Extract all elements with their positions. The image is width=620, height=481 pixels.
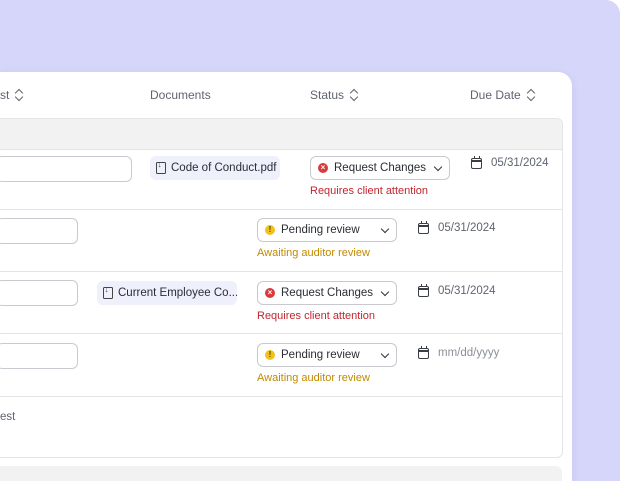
status-select[interactable]: × Request Changes bbox=[257, 281, 397, 305]
chevron-down-icon bbox=[380, 287, 390, 296]
status-note: Requires client attention bbox=[310, 185, 429, 197]
file-download-icon bbox=[156, 160, 166, 174]
document-name: Code of Conduct.pdf bbox=[171, 162, 277, 174]
status-select[interactable]: ! Pending review bbox=[257, 218, 397, 242]
text-input[interactable] bbox=[0, 343, 78, 369]
due-date-field[interactable]: 05/31/2024 bbox=[471, 155, 549, 169]
calendar-icon[interactable] bbox=[418, 220, 429, 234]
status-value: Pending review bbox=[281, 224, 360, 236]
due-date-field[interactable]: mm/dd/yyyy bbox=[418, 345, 500, 359]
column-header-due-date[interactable]: Due Date bbox=[470, 88, 536, 102]
exclamation-circle-icon: ! bbox=[265, 225, 275, 235]
due-date-value: 05/31/2024 bbox=[491, 157, 549, 169]
sort-icon[interactable] bbox=[350, 88, 359, 102]
text-input[interactable] bbox=[0, 156, 132, 182]
column-header-label: st bbox=[0, 88, 10, 102]
calendar-icon[interactable] bbox=[418, 283, 429, 297]
sort-icon[interactable] bbox=[15, 88, 24, 102]
column-header-label: Documents bbox=[150, 88, 211, 102]
x-circle-icon: × bbox=[318, 163, 328, 173]
chevron-down-icon bbox=[433, 162, 443, 171]
trailing-text: est bbox=[0, 411, 16, 423]
chevron-down-icon bbox=[380, 224, 390, 233]
chevron-down-icon bbox=[380, 349, 390, 358]
column-header-documents: Documents bbox=[150, 88, 211, 102]
status-note: Awaiting auditor review bbox=[257, 247, 370, 259]
group-header-row bbox=[0, 119, 562, 150]
column-header-label: Due Date bbox=[470, 88, 521, 102]
status-value: Request Changes bbox=[334, 162, 427, 174]
due-date-value: 05/31/2024 bbox=[438, 285, 496, 297]
calendar-icon[interactable] bbox=[418, 345, 429, 359]
status-select[interactable]: × Request Changes bbox=[310, 156, 450, 180]
status-value: Pending review bbox=[281, 349, 360, 361]
next-group-header-row bbox=[0, 466, 562, 481]
text-input[interactable] bbox=[0, 218, 78, 244]
column-header-label: Status bbox=[310, 88, 345, 102]
status-note: Awaiting auditor review bbox=[257, 372, 370, 384]
backdrop: st Documents Status Due Date Code of Con… bbox=[0, 0, 620, 481]
calendar-icon[interactable] bbox=[471, 155, 482, 169]
document-chip[interactable]: Code of Conduct.pdf bbox=[150, 156, 280, 180]
due-date-field[interactable]: 05/31/2024 bbox=[418, 220, 496, 234]
file-download-icon bbox=[103, 285, 113, 299]
column-header-partial[interactable]: st bbox=[0, 88, 24, 102]
due-date-field[interactable]: 05/31/2024 bbox=[418, 283, 496, 297]
status-select[interactable]: ! Pending review bbox=[257, 343, 397, 367]
document-name: Current Employee Co... bbox=[118, 287, 237, 299]
status-value: Request Changes bbox=[281, 287, 374, 299]
x-circle-icon: × bbox=[265, 288, 275, 298]
document-chip[interactable]: Current Employee Co... bbox=[97, 281, 237, 305]
sort-icon[interactable] bbox=[527, 88, 536, 102]
exclamation-circle-icon: ! bbox=[265, 350, 275, 360]
text-input[interactable] bbox=[0, 280, 78, 306]
due-date-placeholder: mm/dd/yyyy bbox=[438, 347, 500, 359]
due-date-value: 05/31/2024 bbox=[438, 222, 496, 234]
column-header-status[interactable]: Status bbox=[310, 88, 359, 102]
status-note: Requires client attention bbox=[257, 310, 376, 322]
